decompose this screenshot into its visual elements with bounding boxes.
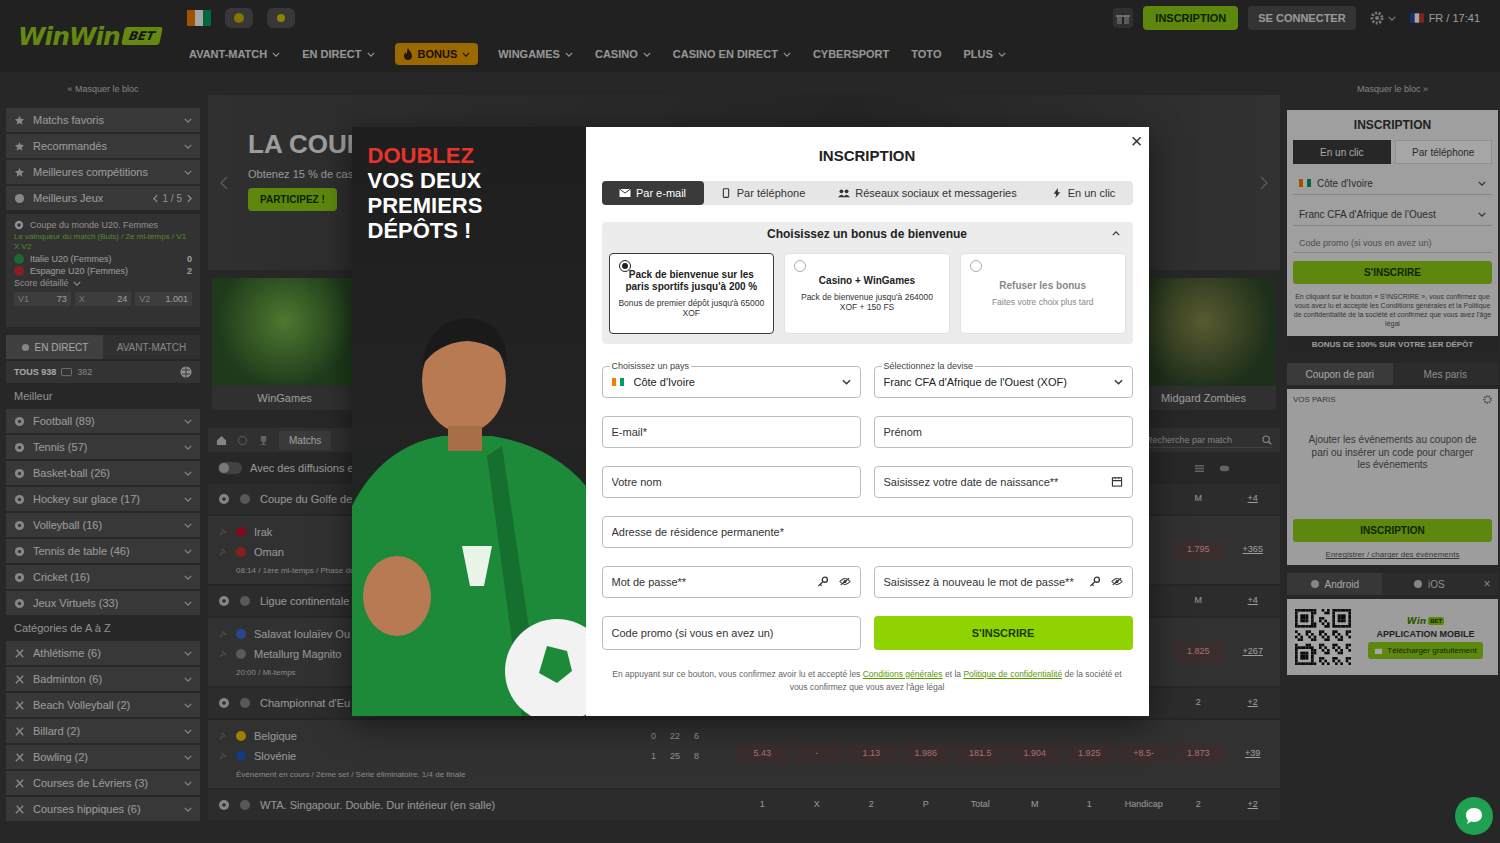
text-input[interactable]: [612, 627, 851, 639]
text-input[interactable]: [612, 576, 807, 588]
bonus-option[interactable]: Casino + WinGames Pack de bienvenue jusqu…: [784, 253, 950, 334]
field-value: Côte d'Ivoire: [634, 376, 832, 388]
input-field[interactable]: [874, 416, 1133, 448]
form-fields: Choisissez un paysCôte d'Ivoire Sélection…: [602, 366, 1133, 650]
legal-text: En appuyant sur ce bouton, vous confirme…: [612, 669, 862, 679]
method-tab[interactable]: Réseaux sociaux et messageries: [822, 181, 1034, 205]
chat-button[interactable]: [1455, 797, 1493, 835]
phone-icon: [720, 188, 732, 198]
bonus-title: Casino + WinGames: [813, 275, 921, 287]
text-input[interactable]: [884, 476, 1101, 488]
ivory-coast-flag-icon: [612, 378, 624, 386]
bonus-description: Pack de bienvenue jusqu'à 264000 XOF + 1…: [793, 292, 941, 312]
field-label: Sélectionnez la devise: [882, 361, 976, 372]
hidden-eye-icon[interactable]: [1111, 576, 1123, 587]
text-input[interactable]: [612, 476, 851, 488]
registration-modal: DOUBLEZVOS DEUX PREMIERS DÉPÔTS !×INSCRI…: [352, 127, 1149, 716]
method-tab[interactable]: En un clic: [1034, 181, 1133, 205]
legal-text: et la: [943, 669, 964, 679]
radio-dot: [622, 263, 628, 269]
radio-button[interactable]: [794, 260, 806, 272]
text-input[interactable]: [884, 576, 1079, 588]
registration-form: ×INSCRIPTION Par e-mail Par téléphone Résea…: [586, 127, 1149, 716]
bonus-option[interactable]: Pack de bienvenue sur les paris sportifs…: [609, 253, 775, 334]
people-icon: [838, 188, 850, 198]
form-title: INSCRIPTION: [602, 147, 1133, 165]
radio-button[interactable]: [970, 260, 982, 272]
chat-bubble-icon: [1464, 806, 1484, 826]
welcome-bonus-picker: Choisissez un bonus de bienvenue Pack de …: [602, 222, 1133, 344]
select-field[interactable]: Sélectionnez la deviseFranc CFA d'Afriqu…: [874, 366, 1133, 398]
field-value: Franc CFA d'Afrique de l'Ouest (XOF): [884, 376, 1104, 388]
input-field[interactable]: [602, 516, 1133, 548]
lightning-icon: [1051, 188, 1063, 198]
envelope-icon: [619, 188, 631, 198]
legal-link[interactable]: Conditions générales: [863, 669, 943, 679]
method-tab-label: Par e-mail: [636, 187, 686, 199]
bonus-title: Refuser les bonus: [993, 280, 1092, 292]
bonus-description: Faites votre choix plus tard: [992, 297, 1094, 307]
promo-highlight: DOUBLEZ: [368, 143, 570, 168]
chevron-down-icon: [1114, 379, 1123, 385]
select-field[interactable]: Choisissez un paysCôte d'Ivoire: [602, 366, 861, 398]
text-input[interactable]: [884, 426, 1123, 438]
modal-overlay[interactable]: DOUBLEZVOS DEUX PREMIERS DÉPÔTS !×INSCRI…: [0, 0, 1500, 843]
chevron-icon: [1112, 231, 1120, 236]
input-field[interactable]: [602, 566, 861, 598]
footballer-photo: [352, 296, 586, 716]
key-icon[interactable]: [817, 576, 829, 587]
chevron-down-icon: [842, 379, 851, 385]
close-button[interactable]: ×: [1131, 131, 1143, 151]
text-input[interactable]: [612, 526, 1123, 538]
field-label: Choisissez un pays: [610, 361, 692, 372]
legal-link[interactable]: Politique de confidentialité: [963, 669, 1062, 679]
betting-page: WinWinBETINSCRIPTIONSE CONNECTERFR / 17:…: [0, 0, 1500, 843]
input-field[interactable]: [874, 466, 1133, 498]
bonus-options: Pack de bienvenue sur les paris sportifs…: [609, 253, 1126, 334]
bonus-option[interactable]: Refuser les bonus Faites votre choix plus…: [960, 253, 1126, 334]
form-legal-text: En appuyant sur ce bouton, vous confirme…: [602, 668, 1133, 694]
radio-button[interactable]: [619, 260, 631, 272]
text-input[interactable]: [612, 426, 851, 438]
register-submit-button[interactable]: S'INSCRIRE: [874, 616, 1133, 650]
method-tab[interactable]: Par e-mail: [602, 181, 704, 205]
bonus-title: Pack de bienvenue sur les paris sportifs…: [618, 269, 766, 293]
input-field[interactable]: [602, 466, 861, 498]
method-tab[interactable]: Par téléphone: [704, 181, 822, 205]
bonus-description: Bonus de premier dépôt jusqu'à 65000 XOF: [618, 298, 766, 318]
promo-headline: DOUBLEZVOS DEUX PREMIERS DÉPÔTS !: [352, 127, 586, 243]
input-field[interactable]: [602, 616, 861, 650]
input-field[interactable]: [874, 566, 1133, 598]
key-icon[interactable]: [1089, 576, 1101, 587]
promo-text: VOS DEUX PREMIERS DÉPÔTS !: [368, 168, 570, 243]
input-field[interactable]: [602, 416, 861, 448]
promo-panel: DOUBLEZVOS DEUX PREMIERS DÉPÔTS !: [352, 127, 586, 716]
hidden-eye-icon[interactable]: [839, 576, 851, 587]
calendar-icon[interactable]: [1111, 476, 1123, 487]
bonus-picker-header[interactable]: Choisissez un bonus de bienvenue: [609, 222, 1126, 246]
method-tab-label: Par téléphone: [737, 187, 806, 199]
method-tab-label: En un clic: [1068, 187, 1116, 199]
registration-method-tabs: Par e-mail Par téléphone Réseaux sociaux e…: [602, 181, 1133, 205]
method-tab-label: Réseaux sociaux et messageries: [855, 187, 1016, 199]
